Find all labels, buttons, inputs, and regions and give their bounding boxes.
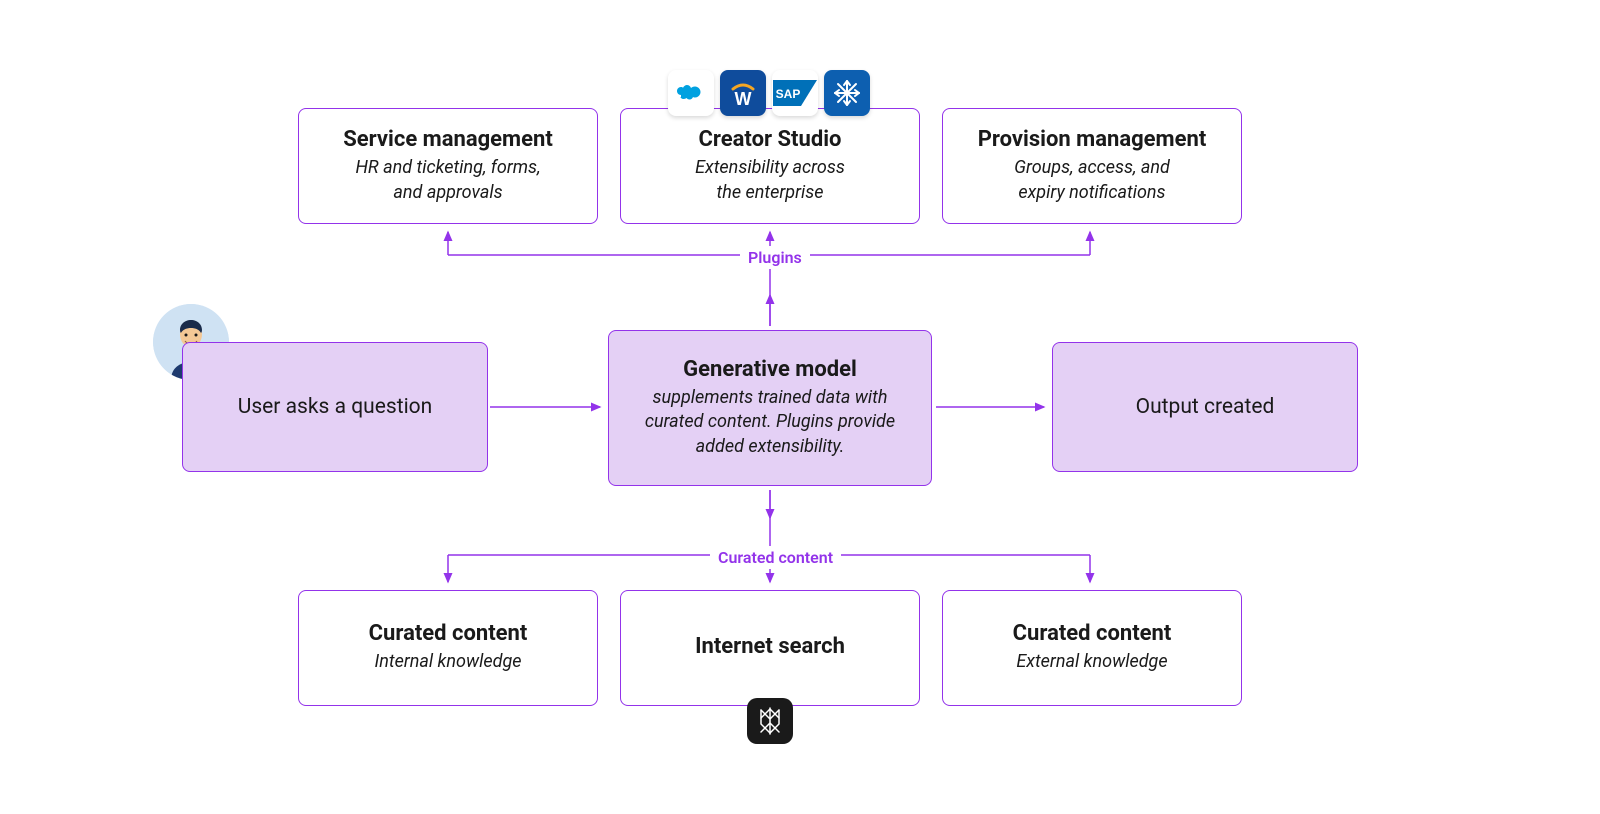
- output-text: Output created: [1136, 395, 1275, 419]
- curated-content-label: Curated content: [710, 546, 841, 569]
- architecture-diagram: Service management HR and ticketing, for…: [0, 0, 1600, 814]
- user-question-box: User asks a question: [182, 342, 488, 472]
- internet-search-box: Internet search: [620, 590, 920, 706]
- integration-icons: W SAP: [668, 70, 870, 116]
- creator-studio-box: Creator Studio Extensibility across the …: [620, 108, 920, 224]
- curated-internal-subtitle: Internal knowledge: [374, 650, 521, 674]
- generative-model-title: Generative model: [683, 357, 857, 382]
- salesforce-icon: [668, 70, 714, 116]
- snowflake-icon: [824, 70, 870, 116]
- curated-external-title: Curated content: [1013, 621, 1172, 646]
- generative-model-subtitle: supplements trained data with curated co…: [631, 386, 909, 459]
- plugins-label: Plugins: [740, 246, 810, 269]
- generative-model-box: Generative model supplements trained dat…: [608, 330, 932, 486]
- perplexity-icon: [747, 698, 793, 744]
- service-management-title: Service management: [343, 127, 553, 152]
- provision-management-subtitle: Groups, access, and expiry notifications: [1014, 156, 1170, 205]
- creator-studio-title: Creator Studio: [699, 127, 842, 152]
- curated-internal-title: Curated content: [369, 621, 528, 646]
- creator-studio-subtitle: Extensibility across the enterprise: [695, 156, 845, 205]
- svg-text:SAP: SAP: [776, 87, 801, 101]
- curated-internal-box: Curated content Internal knowledge: [298, 590, 598, 706]
- curated-external-box: Curated content External knowledge: [942, 590, 1242, 706]
- provision-management-box: Provision management Groups, access, and…: [942, 108, 1242, 224]
- provision-management-title: Provision management: [978, 127, 1207, 152]
- internet-search-title: Internet search: [695, 634, 845, 659]
- sap-icon: SAP: [772, 70, 818, 116]
- output-box: Output created: [1052, 342, 1358, 472]
- svg-text:W: W: [735, 89, 752, 109]
- curated-external-subtitle: External knowledge: [1016, 650, 1167, 674]
- user-question-text: User asks a question: [238, 395, 433, 419]
- service-management-box: Service management HR and ticketing, for…: [298, 108, 598, 224]
- workday-icon: W: [720, 70, 766, 116]
- service-management-subtitle: HR and ticketing, forms, and approvals: [355, 156, 540, 205]
